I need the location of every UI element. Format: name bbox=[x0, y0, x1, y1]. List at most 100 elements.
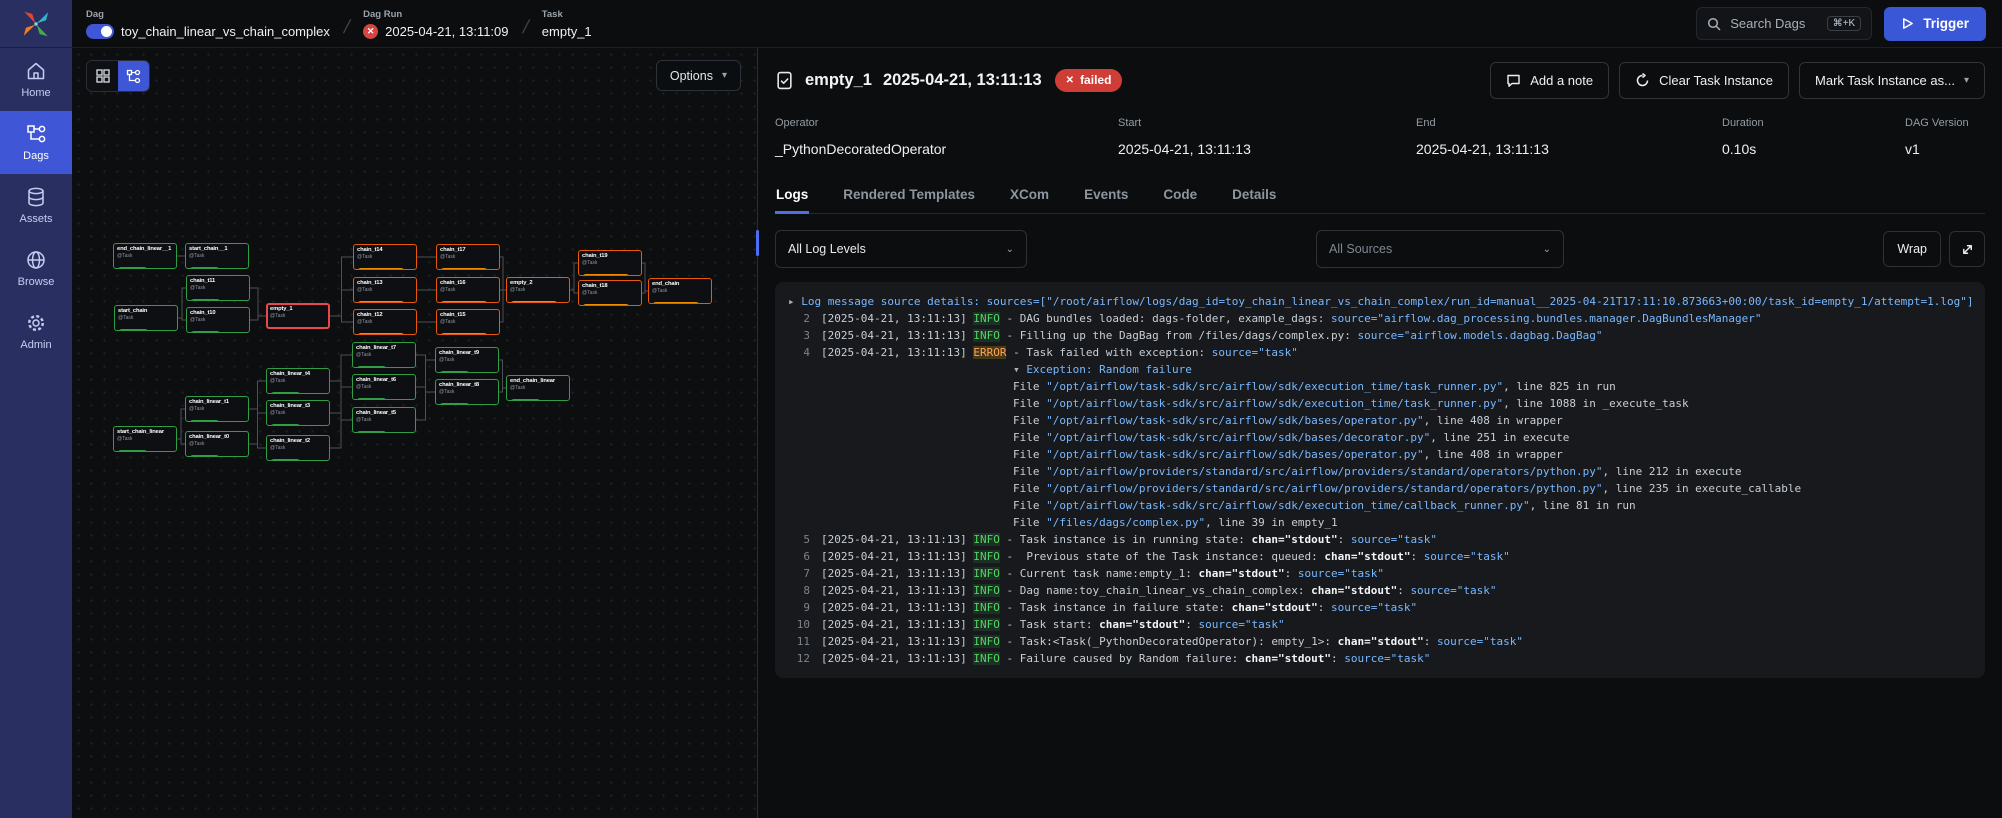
dag-node-chain_linear_t7[interactable]: chain_linear_t7@Task✓ success bbox=[352, 342, 416, 368]
log-levels-select[interactable]: All Log Levels ⌄ bbox=[775, 230, 1027, 268]
airflow-logo[interactable] bbox=[0, 0, 72, 47]
dag-node-chain_t14[interactable]: chain_t14@Task⊘ upstream_failed bbox=[353, 244, 417, 270]
wrap-button[interactable]: Wrap bbox=[1883, 231, 1941, 267]
dag-node-empty_1[interactable]: empty_1@Task✕ failed bbox=[266, 303, 330, 329]
sidebar-item-home[interactable]: Home bbox=[0, 48, 72, 111]
breadcrumb-dag-name[interactable]: toy_chain_linear_vs_chain_complex bbox=[121, 24, 330, 39]
log-line: File "/opt/airflow/providers/standard/sr… bbox=[788, 463, 1972, 480]
meta-value: 2025-04-21, 13:11:13 bbox=[1118, 141, 1416, 157]
tab-logs[interactable]: Logs bbox=[775, 178, 809, 214]
sidebar-item-assets[interactable]: Assets bbox=[0, 174, 72, 237]
dag-node-start_chain_linear[interactable]: start_chain_linear@Task✓ success bbox=[113, 426, 177, 452]
log-sources-select[interactable]: All Sources ⌄ bbox=[1316, 230, 1564, 268]
node-subtitle: @Task bbox=[357, 254, 413, 260]
node-title: chain_t15 bbox=[440, 312, 496, 318]
node-subtitle: @Task bbox=[118, 315, 174, 321]
search-dags-input[interactable]: Search Dags ⌘+K bbox=[1696, 7, 1872, 40]
task-meta-row: Operator_PythonDecoratedOperatorStart202… bbox=[775, 117, 1985, 157]
graph-view-toggle bbox=[86, 60, 150, 92]
dag-node-end_chain_linear__1[interactable]: end_chain_linear__1@Task✓ success bbox=[113, 243, 177, 269]
node-status-pill: ✓ success bbox=[190, 331, 221, 333]
node-title: chain_linear_t6 bbox=[356, 377, 412, 383]
dag-node-empty_2[interactable]: empty_2@Task⊘ upstream_failed bbox=[506, 277, 570, 303]
mark-task-instance-as-button[interactable]: Mark Task Instance as... ▾ bbox=[1799, 62, 1985, 99]
log-line: ▸ Log message source details: sources=["… bbox=[788, 293, 1972, 310]
x-icon: ✕ bbox=[1066, 75, 1074, 86]
dag-node-start_chain[interactable]: start_chain@Task✓ success bbox=[114, 305, 178, 331]
node-title: chain_t17 bbox=[440, 247, 496, 253]
dag-node-chain_t10[interactable]: chain_t10@Task✓ success bbox=[186, 307, 250, 333]
sidebar-item-admin[interactable]: Admin bbox=[0, 300, 72, 363]
sidebar-item-dags[interactable]: Dags bbox=[0, 111, 72, 174]
dag-node-end_chain_linear[interactable]: end_chain_linear@Task✓ success bbox=[506, 375, 570, 401]
chevron-down-icon: ⌄ bbox=[1006, 244, 1014, 255]
meta-value: _PythonDecoratedOperator bbox=[775, 141, 1118, 157]
node-title: chain_linear_t5 bbox=[356, 410, 412, 416]
clear-task-instance-button[interactable]: Clear Task Instance bbox=[1619, 62, 1789, 99]
dag-node-chain_linear_t6[interactable]: chain_linear_t6@Task✓ success bbox=[352, 374, 416, 400]
dag-node-chain_linear_t8[interactable]: chain_linear_t8@Task✓ success bbox=[435, 379, 499, 405]
node-subtitle: @Task bbox=[439, 389, 495, 395]
sidebar-item-label: Home bbox=[21, 87, 50, 99]
dag-node-chain_linear_t5[interactable]: chain_linear_t5@Task✓ success bbox=[352, 407, 416, 433]
dag-node-chain_linear_t0[interactable]: chain_linear_t0@Task✓ success bbox=[185, 431, 249, 457]
fullscreen-button[interactable] bbox=[1949, 231, 1985, 267]
node-title: chain_t12 bbox=[357, 312, 413, 318]
node-status-pill: ✓ success bbox=[189, 420, 220, 422]
tab-events[interactable]: Events bbox=[1083, 178, 1129, 214]
tab-xcom[interactable]: XCom bbox=[1009, 178, 1050, 214]
log-output[interactable]: ▸ Log message source details: sources=["… bbox=[775, 282, 1985, 678]
dag-node-chain_t13[interactable]: chain_t13@Task⊘ upstream_failed bbox=[353, 277, 417, 303]
dag-node-chain_t15[interactable]: chain_t15@Task⊘ upstream_failed bbox=[436, 309, 500, 335]
node-subtitle: @Task bbox=[440, 254, 496, 260]
breadcrumb-dag-label: Dag bbox=[86, 9, 330, 20]
graph-view-button[interactable] bbox=[118, 61, 149, 91]
dag-node-end_chain[interactable]: end_chain@Task⊘ upstream_failed bbox=[648, 278, 712, 304]
tab-code[interactable]: Code bbox=[1162, 178, 1198, 214]
dag-node-chain_linear_t9[interactable]: chain_linear_t9@Task✓ success bbox=[435, 347, 499, 373]
node-status-pill: ✕ failed bbox=[270, 327, 295, 329]
dag-pause-toggle[interactable] bbox=[86, 24, 114, 39]
tab-rendered-templates[interactable]: Rendered Templates bbox=[842, 178, 976, 214]
sidebar-item-browse[interactable]: Browse bbox=[0, 237, 72, 300]
task-tabs: Logs Rendered Templates XCom Events Code Deta… bbox=[775, 178, 1985, 214]
breadcrumb-task-value[interactable]: empty_1 bbox=[542, 24, 592, 39]
panel-resize-handle[interactable] bbox=[756, 230, 759, 256]
node-status-pill: ✓ success bbox=[356, 366, 387, 368]
dag-node-chain_linear_t4[interactable]: chain_linear_t4@Task✓ success bbox=[266, 368, 330, 394]
dag-graph-canvas[interactable]: end_chain_linear__1@Task✓ success start_c… bbox=[72, 48, 757, 818]
node-status-pill: ✓ success bbox=[117, 450, 148, 452]
note-bubble-icon bbox=[1506, 73, 1521, 88]
tab-details[interactable]: Details bbox=[1231, 178, 1277, 214]
airflow-pinwheel-icon bbox=[21, 9, 51, 39]
dag-node-start_chain__1[interactable]: start_chain__1@Task✓ success bbox=[185, 243, 249, 269]
dag-node-chain_t16[interactable]: chain_t16@Task⊘ upstream_failed bbox=[436, 277, 500, 303]
dag-node-chain_linear_t1[interactable]: chain_linear_t1@Task✓ success bbox=[185, 396, 249, 422]
node-title: empty_1 bbox=[270, 306, 326, 312]
node-subtitle: @Task bbox=[357, 319, 413, 325]
log-line: 4[2025-04-21, 13:11:13] ERROR - Task fai… bbox=[788, 344, 1972, 361]
grid-view-button[interactable] bbox=[87, 61, 118, 91]
trigger-button[interactable]: Trigger bbox=[1884, 7, 1986, 41]
search-placeholder: Search Dags bbox=[1730, 16, 1805, 31]
log-line: File "/opt/airflow/task-sdk/src/airflow/… bbox=[788, 378, 1972, 395]
dag-node-chain_linear_t3[interactable]: chain_linear_t3@Task✓ success bbox=[266, 400, 330, 426]
node-subtitle: @Task bbox=[439, 357, 495, 363]
dag-node-chain_t19[interactable]: chain_t19@Task⊘ upstream_failed bbox=[578, 250, 642, 276]
dag-node-chain_t18[interactable]: chain_t18@Task⊘ upstream_failed bbox=[578, 280, 642, 306]
dag-node-chain_t17[interactable]: chain_t17@Task⊘ upstream_failed bbox=[436, 244, 500, 270]
dag-node-chain_t11[interactable]: chain_t11@Task✓ success bbox=[186, 275, 250, 301]
panel-divider bbox=[757, 48, 758, 818]
browse-icon bbox=[25, 249, 47, 271]
breadcrumb-dagrun-value[interactable]: 2025-04-21, 13:11:09 bbox=[385, 24, 508, 39]
dag-node-chain_linear_t2[interactable]: chain_linear_t2@Task✓ success bbox=[266, 435, 330, 461]
node-title: chain_t13 bbox=[357, 280, 413, 286]
node-status-pill: ⊘ upstream_failed bbox=[440, 301, 488, 303]
meta-label: Operator bbox=[775, 117, 1118, 129]
graph-options-button[interactable]: Options▾ bbox=[656, 60, 741, 91]
add-note-button[interactable]: Add a note bbox=[1490, 62, 1609, 99]
node-status-pill: ⊘ upstream_failed bbox=[582, 304, 630, 306]
node-status-pill: ✓ success bbox=[356, 431, 387, 433]
log-line: 10[2025-04-21, 13:11:13] INFO - Task sta… bbox=[788, 616, 1972, 633]
dag-node-chain_t12[interactable]: chain_t12@Task⊘ upstream_failed bbox=[353, 309, 417, 335]
